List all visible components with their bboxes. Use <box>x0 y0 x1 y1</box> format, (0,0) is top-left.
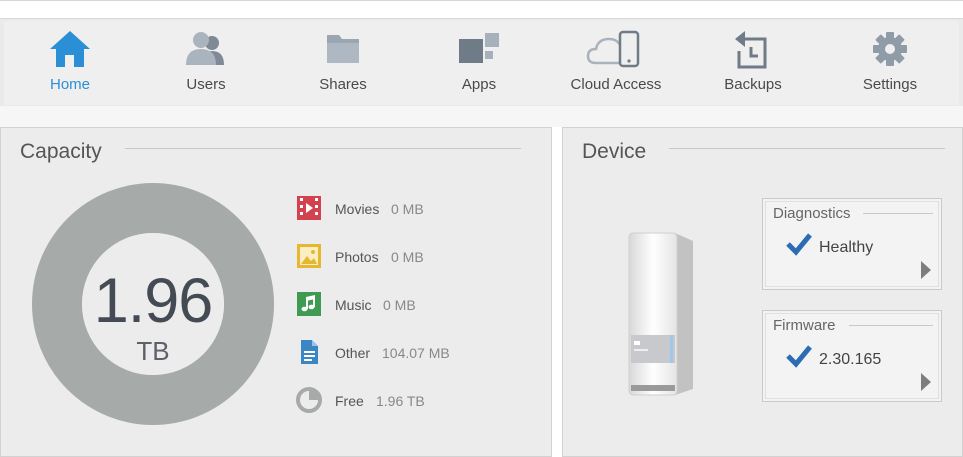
check-icon <box>786 233 812 256</box>
folder-icon <box>327 35 359 63</box>
diagnostics-title-rule <box>863 213 933 214</box>
top-border <box>0 0 963 1</box>
diagnostics-status: Healthy <box>819 239 874 256</box>
main-nav-bar: Home Users Shares Apps Cloud Access Back… <box>0 18 963 107</box>
legend-free-label: Free <box>335 393 364 409</box>
capacity-total-value: 1.96 <box>93 266 214 336</box>
legend-music-value: 0 MB <box>383 297 416 313</box>
nav-home-label: Home <box>49 76 90 93</box>
device-title-rule <box>669 148 945 149</box>
diagnostics-card[interactable]: Diagnostics Healthy <box>762 198 942 290</box>
nav-apps-label: Apps <box>461 76 497 93</box>
legend-music: Music 0 MB <box>296 291 496 319</box>
backup-clock-icon <box>735 31 767 69</box>
legend-other-value: 104.07 MB <box>382 345 450 361</box>
nav-settings[interactable]: Settings <box>822 19 958 107</box>
nav-users[interactable]: Users <box>138 19 274 107</box>
legend-free-value: 1.96 TB <box>376 393 425 409</box>
firmware-title-rule <box>849 325 933 326</box>
gear-icon <box>873 32 907 66</box>
apps-icon <box>459 33 499 63</box>
legend-free: Free 1.96 TB <box>296 387 496 415</box>
capacity-title-rule <box>125 148 521 149</box>
legend-other: Other 104.07 MB <box>296 339 496 367</box>
chevron-right-icon[interactable] <box>920 260 932 280</box>
document-icon <box>301 340 318 364</box>
firmware-card[interactable]: Firmware 2.30.165 <box>762 310 942 402</box>
legend-movies-label: Movies <box>335 201 380 217</box>
nav-separator-strip <box>0 106 963 127</box>
music-icon <box>297 292 321 316</box>
chevron-right-icon[interactable] <box>920 372 932 392</box>
legend-other-label: Other <box>335 345 371 361</box>
nav-backups[interactable]: Backups <box>685 19 821 107</box>
nav-users-label: Users <box>186 76 226 93</box>
nav-cloud-access-label: Cloud Access <box>570 76 662 93</box>
legend-photos: Photos 0 MB <box>296 243 496 271</box>
legend-photos-label: Photos <box>335 249 379 265</box>
device-title: Device <box>582 140 647 163</box>
nav-backups-label: Backups <box>724 76 782 93</box>
legend-movies-value: 0 MB <box>391 201 424 217</box>
nav-shares-label: Shares <box>319 76 367 93</box>
diagnostics-title: Diagnostics <box>773 205 851 222</box>
nav-settings-label: Settings <box>862 76 918 93</box>
nav-home[interactable]: Home <box>2 19 138 107</box>
legend-photos-value: 0 MB <box>391 249 424 265</box>
nav-apps[interactable]: Apps <box>411 19 547 107</box>
legend-movies: Movies 0 MB <box>296 195 496 223</box>
cloud-device-icon <box>586 30 640 68</box>
nav-shares[interactable]: Shares <box>275 19 411 107</box>
home-icon <box>50 31 90 67</box>
capacity-title: Capacity <box>20 140 102 163</box>
firmware-version: 2.30.165 <box>819 351 882 368</box>
capacity-panel: Capacity 1.96 TB Movies 0 MB Photos 0 MB <box>0 127 552 457</box>
photo-icon <box>297 244 321 268</box>
device-panel: Device Diagnostics Healthy Firmware 2.30… <box>562 127 963 457</box>
firmware-title: Firmware <box>773 317 836 334</box>
legend-music-label: Music <box>335 297 372 313</box>
capacity-total-unit: TB <box>136 336 170 366</box>
users-icon <box>186 32 224 65</box>
nav-cloud-access[interactable]: Cloud Access <box>548 19 684 107</box>
check-icon <box>786 345 812 368</box>
nas-drive-image <box>628 232 693 396</box>
pie-icon <box>296 387 322 413</box>
film-icon <box>297 196 321 220</box>
